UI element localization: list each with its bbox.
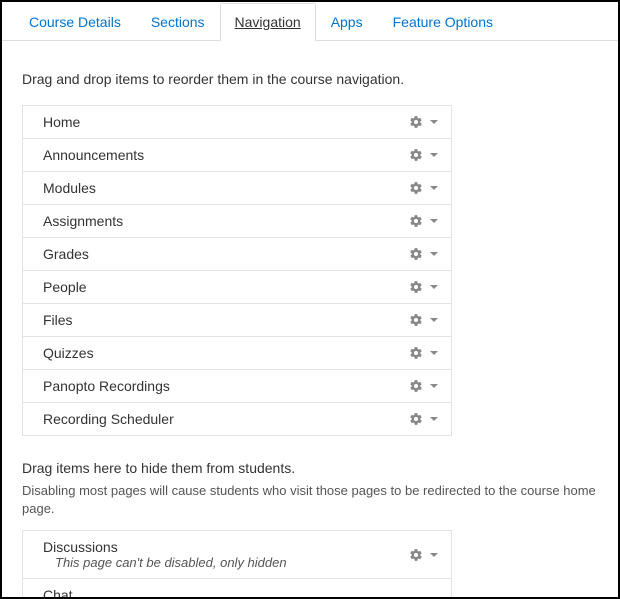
- caret-down-icon[interactable]: [429, 315, 439, 325]
- nav-item-label-wrap: Announcements: [43, 147, 144, 163]
- nav-item[interactable]: Quizzes: [23, 337, 451, 370]
- settings-frame: Course Details Sections Navigation Apps …: [0, 0, 620, 599]
- nav-item-actions[interactable]: [409, 412, 439, 426]
- nav-item[interactable]: Recording Scheduler: [23, 403, 451, 436]
- tab-apps[interactable]: Apps: [316, 3, 378, 41]
- caret-down-icon[interactable]: [429, 414, 439, 424]
- caret-down-icon[interactable]: [429, 183, 439, 193]
- gear-icon[interactable]: [409, 379, 423, 393]
- nav-item-actions[interactable]: [409, 379, 439, 393]
- nav-item[interactable]: Assignments: [23, 205, 451, 238]
- nav-item[interactable]: Home: [23, 106, 451, 139]
- nav-item[interactable]: Files: [23, 304, 451, 337]
- navigation-panel: Drag and drop items to reorder them in t…: [2, 41, 618, 599]
- nav-item-label: Grades: [43, 246, 89, 262]
- caret-down-icon[interactable]: [429, 216, 439, 226]
- nav-item-label: Quizzes: [43, 345, 94, 361]
- tab-feature-options[interactable]: Feature Options: [378, 3, 508, 41]
- nav-item-actions[interactable]: [409, 214, 439, 228]
- nav-item[interactable]: ChatPage disabled, won't appear in navig…: [23, 579, 451, 599]
- caret-down-icon[interactable]: [429, 282, 439, 292]
- nav-item-label-wrap: ChatPage disabled, won't appear in navig…: [43, 587, 295, 599]
- nav-item-actions[interactable]: [409, 148, 439, 162]
- nav-item-label-wrap: Quizzes: [43, 345, 94, 361]
- nav-item-label-wrap: Panopto Recordings: [43, 378, 170, 394]
- gear-icon[interactable]: [409, 247, 423, 261]
- enabled-nav-list[interactable]: Home Announcements Modules Assignments Grade…: [22, 105, 452, 436]
- nav-item-actions[interactable]: [409, 346, 439, 360]
- gear-icon[interactable]: [409, 548, 423, 562]
- caret-down-icon[interactable]: [429, 381, 439, 391]
- tab-navigation[interactable]: Navigation: [220, 3, 316, 41]
- tab-course-details[interactable]: Course Details: [14, 3, 136, 41]
- nav-item-actions[interactable]: [409, 115, 439, 129]
- nav-item-label-wrap: Assignments: [43, 213, 123, 229]
- settings-tabs: Course Details Sections Navigation Apps …: [2, 2, 618, 41]
- nav-item[interactable]: Modules: [23, 172, 451, 205]
- hidden-section-title: Drag items here to hide them from studen…: [22, 460, 598, 476]
- nav-item-label: Discussions: [43, 539, 287, 555]
- gear-icon[interactable]: [409, 148, 423, 162]
- nav-item-label: Chat: [43, 587, 295, 599]
- reorder-instructions: Drag and drop items to reorder them in t…: [22, 71, 598, 87]
- nav-item-label: People: [43, 279, 87, 295]
- nav-item-label-wrap: Home: [43, 114, 80, 130]
- nav-item-label: Recording Scheduler: [43, 411, 174, 427]
- hidden-section-note: Disabling most pages will cause students…: [22, 482, 598, 518]
- nav-item-label-wrap: Grades: [43, 246, 89, 262]
- nav-item-label-wrap: People: [43, 279, 87, 295]
- nav-item-label-wrap: Files: [43, 312, 73, 328]
- gear-icon[interactable]: [409, 115, 423, 129]
- nav-item-actions[interactable]: [409, 181, 439, 195]
- gear-icon[interactable]: [409, 412, 423, 426]
- nav-item-label: Announcements: [43, 147, 144, 163]
- caret-down-icon[interactable]: [429, 348, 439, 358]
- gear-icon[interactable]: [409, 313, 423, 327]
- nav-item-actions[interactable]: [409, 313, 439, 327]
- caret-down-icon[interactable]: [429, 150, 439, 160]
- nav-item[interactable]: DiscussionsThis page can't be disabled, …: [23, 531, 451, 579]
- nav-item-label: Files: [43, 312, 73, 328]
- gear-icon[interactable]: [409, 280, 423, 294]
- nav-item-label: Panopto Recordings: [43, 378, 170, 394]
- nav-item-label: Home: [43, 114, 80, 130]
- hidden-nav-list[interactable]: DiscussionsThis page can't be disabled, …: [22, 530, 452, 599]
- nav-item-label-wrap: Modules: [43, 180, 96, 196]
- nav-item-label: Assignments: [43, 213, 123, 229]
- nav-item[interactable]: Grades: [23, 238, 451, 271]
- nav-item-label-wrap: Recording Scheduler: [43, 411, 174, 427]
- nav-item-actions[interactable]: [409, 280, 439, 294]
- gear-icon[interactable]: [409, 181, 423, 195]
- caret-down-icon[interactable]: [429, 249, 439, 259]
- gear-icon[interactable]: [409, 346, 423, 360]
- nav-item[interactable]: Announcements: [23, 139, 451, 172]
- nav-item[interactable]: Panopto Recordings: [23, 370, 451, 403]
- nav-item-label-wrap: DiscussionsThis page can't be disabled, …: [43, 539, 287, 570]
- caret-down-icon[interactable]: [429, 117, 439, 127]
- nav-item-sublabel: This page can't be disabled, only hidden: [43, 555, 287, 570]
- tab-sections[interactable]: Sections: [136, 3, 220, 41]
- caret-down-icon[interactable]: [429, 550, 439, 560]
- nav-item-label: Modules: [43, 180, 96, 196]
- nav-item-actions[interactable]: [409, 247, 439, 261]
- nav-item-actions[interactable]: [409, 548, 439, 562]
- gear-icon[interactable]: [409, 214, 423, 228]
- nav-item[interactable]: People: [23, 271, 451, 304]
